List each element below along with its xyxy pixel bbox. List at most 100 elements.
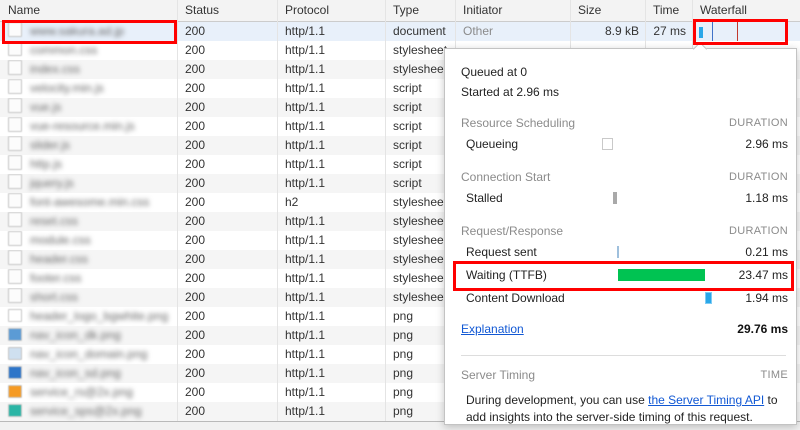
phase-duration: 1.94 ms [745,287,788,310]
request-name: index.css [30,62,80,76]
timing-phase-row: Stalled 1.18 ms [445,187,796,210]
status-cell: 200 [177,307,277,326]
phase-bar [618,269,705,281]
initiator-cell: Other [455,22,570,41]
explanation-link[interactable]: Explanation [461,322,524,336]
image-thumbnail-icon [8,404,22,417]
timing-section-header: Request/Response DURATION [445,221,796,241]
file-icon [8,174,22,189]
protocol-cell: http/1.1 [277,383,385,402]
request-name: footer.css [30,271,81,285]
file-icon [8,41,22,56]
note-text: During development, you can use [466,393,648,407]
header-protocol[interactable]: Protocol [277,0,385,21]
header-size[interactable]: Size [570,0,645,21]
started-at-text: Started at 2.96 ms [445,82,796,102]
status-cell: 200 [177,79,277,98]
status-cell: 200 [177,383,277,402]
request-name: module.css [30,233,91,247]
request-name: vue.js [30,100,61,114]
image-thumbnail-icon [8,309,22,322]
name-cell: header.css [0,250,177,269]
name-cell: module.css [0,231,177,250]
request-name: service_rs@2x.png [30,385,133,399]
header-type[interactable]: Type [385,0,455,21]
request-name: nav_icon_sd.png [30,366,121,380]
phase-duration: 0.21 ms [745,241,788,264]
waterfall-request-bar [699,27,703,38]
phase-label: Queueing [445,137,518,151]
protocol-cell: http/1.1 [277,250,385,269]
file-icon [8,269,22,284]
dom-content-loaded-line [712,22,713,41]
protocol-cell: http/1.1 [277,307,385,326]
time-cell: 27 ms [645,22,692,41]
duration-column-label: DURATION [729,167,788,187]
status-cell: 200 [177,288,277,307]
server-timing-title: Server Timing [461,368,535,382]
size-cell: 8.9 kB [570,22,645,41]
status-cell: 200 [177,193,277,212]
file-icon [8,231,22,246]
header-name[interactable]: Name [0,0,177,21]
name-cell: nav_icon_domain.png [0,345,177,364]
timing-popup: Queued at 0 Started at 2.96 ms Resource … [444,48,797,425]
protocol-cell: http/1.1 [277,60,385,79]
phase-label: Stalled [445,191,503,205]
file-icon [8,250,22,265]
protocol-cell: http/1.1 [277,288,385,307]
file-icon [8,60,22,75]
file-icon [8,22,22,37]
name-cell: vue-resource.min.js [0,117,177,136]
protocol-cell: http/1.1 [277,364,385,383]
image-thumbnail-icon [8,385,22,398]
status-cell: 200 [177,326,277,345]
timing-phase-row: Request sent 0.21 ms [445,241,796,264]
timing-section-header: Connection Start DURATION [445,167,796,187]
server-timing-note: During development, you can use the Serv… [466,392,784,426]
name-cell: short.css [0,288,177,307]
header-initiator[interactable]: Initiator [455,0,570,21]
queued-at-text: Queued at 0 [445,62,796,82]
status-cell: 200 [177,155,277,174]
column-divider[interactable] [385,0,386,421]
name-cell: font-awesome.min.css [0,193,177,212]
request-name: velocity.min.js [30,81,104,95]
name-cell: service_sps@2x.png [0,402,177,421]
phase-bar [613,192,617,204]
request-name: www.sakura.ad.jp [30,24,124,38]
status-cell: 200 [177,41,277,60]
type-cell: document [385,22,455,41]
request-name: nav_icon_dk.png [30,328,121,342]
header-status[interactable]: Status [177,0,277,21]
table-row[interactable]: www.sakura.ad.jp 200 http/1.1 document O… [0,22,800,41]
header-waterfall[interactable]: Waterfall [692,0,800,21]
name-cell: nav_icon_sd.png [0,364,177,383]
request-name: font-awesome.min.css [30,195,149,209]
name-cell: footer.css [0,269,177,288]
waterfall-cell [692,22,800,41]
protocol-cell: http/1.1 [277,98,385,117]
section-title: Resource Scheduling [461,116,575,130]
server-timing-api-link[interactable]: the Server Timing API [648,393,764,407]
request-name: header.css [30,252,88,266]
image-thumbnail-icon [8,328,22,341]
protocol-cell: http/1.1 [277,79,385,98]
column-divider[interactable] [277,0,278,421]
time-column-label: TIME [761,365,788,385]
popup-divider [461,355,786,356]
phase-label: Waiting (TTFB) [445,268,547,282]
file-icon [8,98,22,113]
status-cell: 200 [177,136,277,155]
phase-bar [602,138,613,150]
request-name: nav_icon_domain.png [30,347,147,361]
file-icon [8,79,22,94]
header-time[interactable]: Time [645,0,692,21]
server-timing-section: Server Timing TIME [445,365,796,385]
name-cell: index.css [0,60,177,79]
status-cell: 200 [177,174,277,193]
file-icon [8,155,22,170]
total-duration: 29.76 ms [737,319,788,339]
protocol-cell: http/1.1 [277,155,385,174]
column-divider[interactable] [177,0,178,421]
